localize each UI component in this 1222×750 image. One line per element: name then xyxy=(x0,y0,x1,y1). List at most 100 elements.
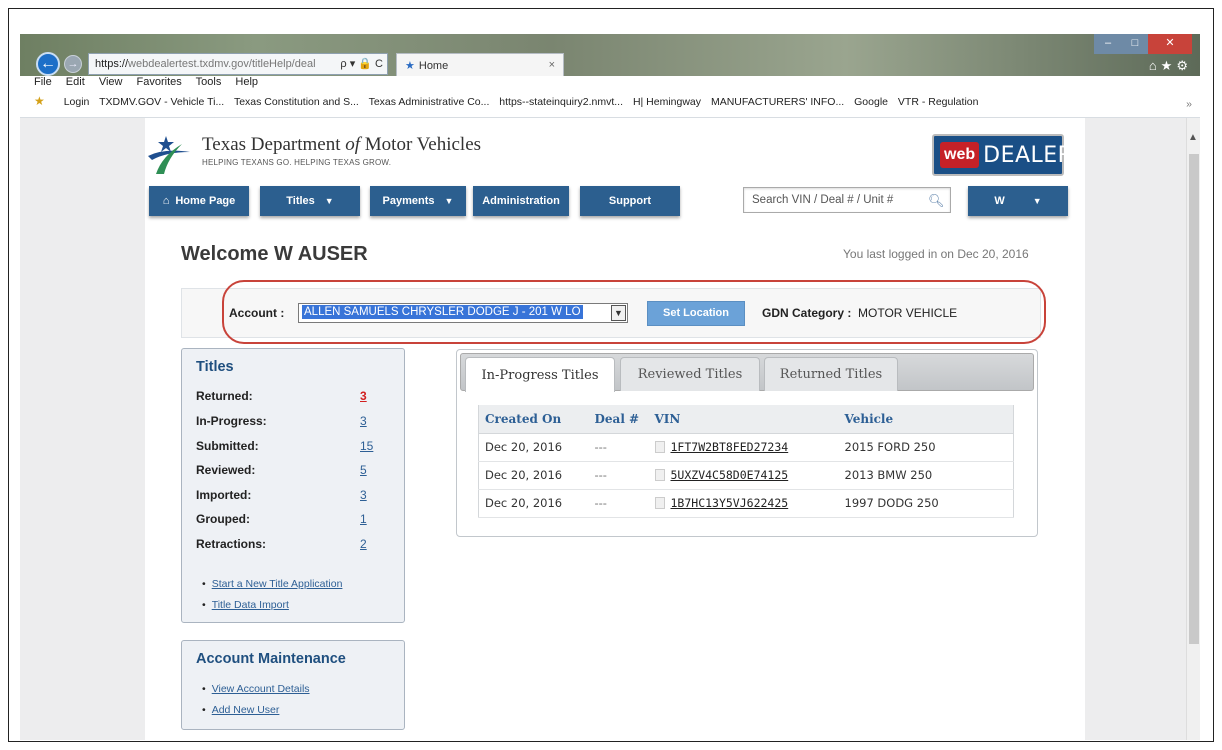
menu-file[interactable]: File xyxy=(34,76,52,88)
menu-edit[interactable]: Edit xyxy=(66,76,85,88)
tab-in-progress-titles[interactable]: In-Progress Titles xyxy=(465,357,615,392)
favorite-link[interactable]: VTR - Regulation xyxy=(898,96,979,108)
column-header-created-on[interactable]: Created On xyxy=(478,405,589,434)
cell-vehicle: 2015 FORD 250 xyxy=(838,433,1014,462)
search-icon[interactable]: 🔍︎ xyxy=(928,193,945,209)
cell-vehicle: 2013 BMW 250 xyxy=(838,461,1014,490)
caret-down-icon: ▼ xyxy=(444,196,454,206)
stat-value-returned[interactable]: 3 xyxy=(360,389,367,403)
search-input[interactable]: Search VIN / Deal # / Unit # xyxy=(743,187,951,213)
cell-vin: 5UXZV4C58D0E74125 xyxy=(648,461,839,490)
favorite-link[interactable]: TXDMV.GOV - Vehicle Ti... xyxy=(99,96,224,108)
vin-link[interactable]: 5UXZV4C58D0E74125 xyxy=(671,468,789,482)
nav-payments-button[interactable]: Payments ▼ xyxy=(370,186,466,216)
address-tools-icon[interactable]: ρ ▾ 🔒 C xyxy=(340,57,383,70)
table-row: Dec 20, 2016 --- 1FT7W2BT8FED27234 2015 … xyxy=(478,433,1014,462)
forward-arrow-icon[interactable]: → xyxy=(64,55,82,73)
home-icon: ⌂ xyxy=(162,195,170,207)
start-new-title-link[interactable]: • Start a New Title Application xyxy=(202,578,342,590)
favorite-link[interactable]: Texas Administrative Co... xyxy=(369,96,490,108)
favorite-link[interactable]: Texas Constitution and S... xyxy=(234,96,359,108)
menu-view[interactable]: View xyxy=(99,76,123,88)
favorite-link[interactable]: https--stateinquiry2.nmvt... xyxy=(499,96,623,108)
nav-home-button[interactable]: ⌂ Home Page xyxy=(149,186,249,216)
column-header-deal[interactable]: Deal # xyxy=(588,405,649,434)
last-login-text: You last logged in on Dec 20, 2016 xyxy=(843,247,1029,261)
browser-toolbar-icons[interactable]: ⌂★⚙ xyxy=(1149,58,1192,74)
favorite-link[interactable]: Login xyxy=(64,96,90,108)
browser-tab-title: Home xyxy=(418,60,449,72)
cell-created-on: Dec 20, 2016 xyxy=(478,489,589,518)
stat-value-submitted[interactable]: 15 xyxy=(360,439,373,453)
nav-support-button[interactable]: Support xyxy=(580,186,680,216)
menu-tools[interactable]: Tools xyxy=(196,76,222,88)
user-menu-label: W xyxy=(994,195,1005,207)
window-controls: – □ ✕ xyxy=(1094,34,1192,54)
bullet-icon: • xyxy=(202,578,206,590)
add-new-user-link[interactable]: • Add New User xyxy=(202,704,279,716)
tab-reviewed-titles[interactable]: Reviewed Titles xyxy=(620,357,760,391)
account-maintenance-panel: Account Maintenance • View Account Detail… xyxy=(181,640,405,730)
cell-deal: --- xyxy=(588,489,649,518)
caret-down-icon: ▼ xyxy=(1032,196,1042,206)
browser-tab-home[interactable]: ★ Home × xyxy=(396,53,564,76)
stat-value-grouped[interactable]: 1 xyxy=(360,512,367,526)
url-scheme: https:// xyxy=(95,58,129,70)
address-bar[interactable]: https://webdealertest.txdmv.gov/titleHel… xyxy=(88,53,388,75)
gdn-category: GDN Category : MOTOR VEHICLE xyxy=(762,306,957,320)
favorite-link[interactable]: MANUFACTURERS' INFO... xyxy=(711,96,844,108)
nav-titles-button[interactable]: Titles ▼ xyxy=(260,186,360,216)
favorites-star-icon[interactable]: ★ xyxy=(34,94,45,108)
txdmv-logo-icon xyxy=(148,136,190,174)
vertical-scrollbar[interactable]: ▲ xyxy=(1186,118,1200,740)
page-title: Welcome W AUSER xyxy=(181,243,368,265)
vin-link[interactable]: 1B7HC13Y5VJ622425 xyxy=(671,496,789,510)
nav-administration-button[interactable]: Administration xyxy=(473,186,569,216)
chevron-down-icon[interactable]: ▼ xyxy=(611,305,626,321)
close-tab-icon[interactable]: × xyxy=(549,59,555,71)
favorites-bar: ★ Login TXDMV.GOV - Vehicle Ti... Texas … xyxy=(20,94,1200,118)
view-account-details-link[interactable]: • View Account Details xyxy=(202,683,310,695)
back-arrow-icon[interactable]: ← xyxy=(36,52,60,76)
minimize-icon[interactable]: – xyxy=(1094,34,1122,54)
gdn-category-value: MOTOR VEHICLE xyxy=(858,306,958,320)
account-select[interactable]: ALLEN SAMUELS CHRYSLER DODGE J - 201 W L… xyxy=(298,303,628,323)
gdn-category-label: GDN Category : xyxy=(762,306,852,320)
stat-value-retractions[interactable]: 2 xyxy=(360,537,367,551)
cell-created-on: Dec 20, 2016 xyxy=(478,433,589,462)
vin-link[interactable]: 1FT7W2BT8FED27234 xyxy=(671,440,789,454)
stat-value-reviewed[interactable]: 5 xyxy=(360,463,367,477)
tab-returned-titles[interactable]: Returned Titles xyxy=(764,357,898,391)
maximize-icon[interactable]: □ xyxy=(1122,34,1148,54)
cell-deal: --- xyxy=(588,433,649,462)
scroll-up-icon[interactable]: ▲ xyxy=(1188,132,1198,143)
column-header-vin[interactable]: VIN xyxy=(648,405,839,434)
table-row: Dec 20, 2016 --- 1B7HC13Y5VJ622425 1997 … xyxy=(478,489,1014,518)
document-icon xyxy=(654,469,665,481)
menu-help[interactable]: Help xyxy=(235,76,258,88)
add-new-user-label: Add New User xyxy=(211,704,280,716)
favorites-overflow-icon[interactable]: » xyxy=(1186,98,1192,110)
stat-value-in-progress[interactable]: 3 xyxy=(360,414,367,428)
favorite-link[interactable]: H| Hemingway xyxy=(633,96,701,108)
title-data-import-link[interactable]: • Title Data Import xyxy=(202,599,289,611)
stat-label-submitted: Submitted: xyxy=(196,439,259,453)
document-icon xyxy=(654,497,665,509)
stat-label-in-progress: In-Progress: xyxy=(196,414,267,428)
stat-value-imported[interactable]: 3 xyxy=(360,488,367,502)
account-maintenance-heading: Account Maintenance xyxy=(196,651,346,667)
user-menu-button[interactable]: W ▼ xyxy=(968,186,1068,216)
nav-support-label: Support xyxy=(608,195,652,207)
webdealer-logo: web DEALER xyxy=(932,134,1073,176)
bullet-icon: • xyxy=(202,704,206,716)
column-header-vehicle[interactable]: Vehicle xyxy=(838,405,1014,434)
favorite-link[interactable]: Google xyxy=(854,96,888,108)
set-location-button[interactable]: Set Location xyxy=(647,301,745,326)
view-account-details-label: View Account Details xyxy=(211,683,310,695)
account-label: Account : xyxy=(229,306,285,320)
close-window-icon[interactable]: ✕ xyxy=(1148,34,1192,54)
stat-label-returned: Returned: xyxy=(196,389,253,403)
scrollbar-thumb[interactable] xyxy=(1189,154,1199,644)
menu-favorites[interactable]: Favorites xyxy=(137,76,182,88)
document-icon xyxy=(654,441,665,453)
